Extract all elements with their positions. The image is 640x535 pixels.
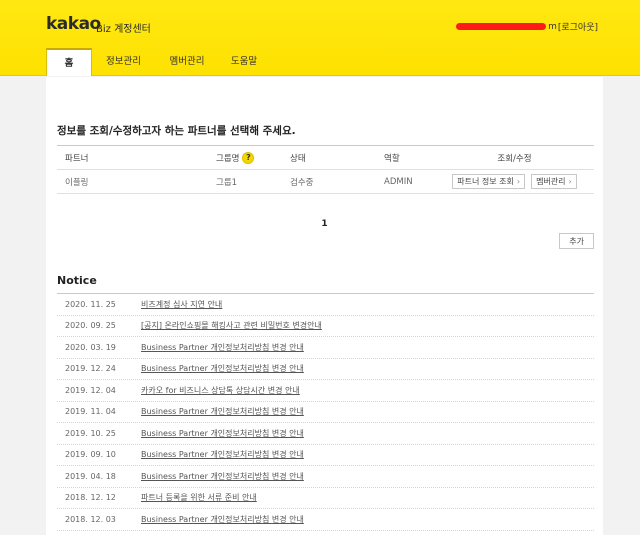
tab-member-management[interactable]: 멤버관리 bbox=[155, 48, 219, 76]
list-item: 2019. 11. 04 Business Partner 개인정보처리방침 변경… bbox=[57, 402, 594, 423]
partner-table: 파트너 그룹명 ? 상태 역할 조회/수정 이플링 그룹1 검수중 ADMIN … bbox=[57, 145, 594, 194]
notice-date: 2018. 12. 03 bbox=[65, 514, 116, 524]
help-icon[interactable]: ? bbox=[242, 151, 255, 164]
chevron-right-icon: › bbox=[516, 177, 521, 186]
notice-date: 2020. 11. 25 bbox=[65, 299, 116, 309]
list-item: 2019. 12. 24 Business Partner 개인정보처리방침 변경… bbox=[57, 359, 594, 380]
member-manage-button[interactable]: 멤버관리 › bbox=[531, 174, 577, 189]
notice-date: 2019. 12. 24 bbox=[65, 364, 116, 374]
list-item: 2019. 12. 04 카카오 for 비즈니스 상담톡 상담시간 변경 안내 bbox=[57, 380, 594, 402]
list-item: 2019. 04. 18 Business Partner 개인정보처리방침 변경… bbox=[57, 466, 594, 488]
add-button[interactable]: 추가 bbox=[559, 233, 594, 249]
col-header-group-label: 그룹명 bbox=[216, 153, 240, 164]
notice-date: 2019. 09. 10 bbox=[65, 450, 116, 460]
cell-role: ADMIN bbox=[384, 176, 413, 187]
notice-link[interactable]: 파트너 등록을 위한 서류 준비 안내 bbox=[141, 492, 257, 503]
list-item: 2020. 11. 25 비즈계정 심사 지연 안내 bbox=[57, 294, 594, 316]
col-header-status: 상태 bbox=[290, 153, 306, 164]
table-header-row: 파트너 그룹명 ? 상태 역할 조회/수정 bbox=[57, 146, 594, 170]
list-item: 2018. 12. 12 파트너 등록을 위한 서류 준비 안내 bbox=[57, 488, 594, 509]
notice-date: 2020. 03. 19 bbox=[65, 342, 116, 352]
list-item: 2020. 09. 25 [공지] 온라인쇼핑몰 해킹사고 관련 비밀번호 변경안… bbox=[57, 316, 594, 337]
tab-info-management[interactable]: 정보관리 bbox=[92, 48, 155, 76]
notice-link[interactable]: Business Partner 개인정보처리방침 변경 안내 bbox=[141, 363, 304, 374]
notice-date: 2020. 09. 25 bbox=[65, 321, 116, 331]
notice-link[interactable]: [공지] 온라인쇼핑몰 해킹사고 관련 비밀번호 변경안내 bbox=[141, 320, 322, 331]
notice-link[interactable]: Business Partner 개인정보처리방침 변경 안내 bbox=[141, 428, 304, 439]
tab-home[interactable]: 홈 bbox=[46, 48, 92, 76]
chevron-right-icon: › bbox=[568, 177, 572, 186]
cell-actions: 파트너 정보 조회 › 멤버관리 › bbox=[435, 174, 594, 189]
member-manage-button-label: 멤버관리 bbox=[536, 177, 566, 186]
notice-link[interactable]: Business Partner 개인정보처리방침 변경 안내 bbox=[141, 514, 304, 525]
top-header: kakao Biz 계정센터 redacted m 로그아웃 홈 정보관리 멤버… bbox=[0, 0, 640, 76]
pagination: 1 bbox=[46, 219, 603, 229]
col-header-partner: 파트너 bbox=[65, 153, 89, 164]
user-email-redacted: redacted bbox=[456, 23, 547, 30]
logout-link[interactable]: 로그아웃 bbox=[558, 20, 598, 33]
partner-info-button[interactable]: 파트너 정보 조회 › bbox=[452, 174, 526, 189]
page-number[interactable]: 1 bbox=[321, 219, 327, 229]
table-row: 이플링 그룹1 검수중 ADMIN 파트너 정보 조회 › 멤버관리 › bbox=[57, 170, 594, 194]
user-email-tail: m bbox=[548, 21, 557, 32]
kakao-logo[interactable]: kakao bbox=[46, 14, 101, 34]
list-item: 2019. 10. 25 Business Partner 개인정보처리방침 변경… bbox=[57, 423, 594, 445]
notice-title: Notice bbox=[57, 274, 97, 287]
notice-date: 2019. 04. 18 bbox=[65, 471, 116, 481]
col-header-group: 그룹명 ? bbox=[216, 151, 290, 164]
col-header-actions: 조회/수정 bbox=[497, 153, 532, 164]
list-item: 2020. 03. 19 Business Partner 개인정보처리방침 변경… bbox=[57, 337, 594, 359]
cell-status: 검수중 bbox=[290, 177, 314, 188]
list-item: 2018. 12. 03 Business Partner 개인정보처리방침 변경… bbox=[57, 509, 594, 531]
user-area: redacted m 로그아웃 bbox=[456, 20, 598, 33]
notice-link[interactable]: Business Partner 개인정보처리방침 변경 안내 bbox=[141, 471, 304, 482]
notice-date: 2019. 12. 04 bbox=[65, 385, 116, 395]
notice-link[interactable]: Business Partner 개인정보처리방침 변경 안내 bbox=[141, 449, 304, 460]
col-header-role: 역할 bbox=[384, 153, 400, 164]
notice-link[interactable]: 비즈계정 심사 지연 안내 bbox=[141, 299, 222, 310]
notice-link[interactable]: Business Partner 개인정보처리방침 변경 안내 bbox=[141, 342, 304, 353]
cell-group: 그룹1 bbox=[216, 177, 238, 188]
partner-info-button-label: 파트너 정보 조회 bbox=[457, 177, 514, 186]
cell-partner: 이플링 bbox=[65, 177, 89, 188]
tab-help[interactable]: 도움말 bbox=[219, 48, 269, 76]
notice-list: 2020. 11. 25 비즈계정 심사 지연 안내 2020. 09. 25 [공… bbox=[57, 293, 594, 531]
section-title: 정보를 조회/수정하고자 하는 파트너를 선택해 주세요. bbox=[57, 125, 296, 137]
notice-date: 2019. 11. 04 bbox=[65, 407, 116, 417]
notice-date: 2019. 10. 25 bbox=[65, 428, 116, 438]
notice-link[interactable]: Business Partner 개인정보처리방침 변경 안내 bbox=[141, 406, 304, 417]
logo-subtitle: Biz 계정센터 bbox=[96, 24, 151, 35]
main-nav: 홈 정보관리 멤버관리 도움말 bbox=[46, 48, 269, 76]
list-item: 2019. 09. 10 Business Partner 개인정보처리방침 변경… bbox=[57, 445, 594, 466]
main-content: 정보를 조회/수정하고자 하는 파트너를 선택해 주세요. 파트너 그룹명 ? … bbox=[46, 77, 603, 535]
notice-link[interactable]: 카카오 for 비즈니스 상담톡 상담시간 변경 안내 bbox=[141, 385, 300, 396]
notice-date: 2018. 12. 12 bbox=[65, 493, 116, 503]
